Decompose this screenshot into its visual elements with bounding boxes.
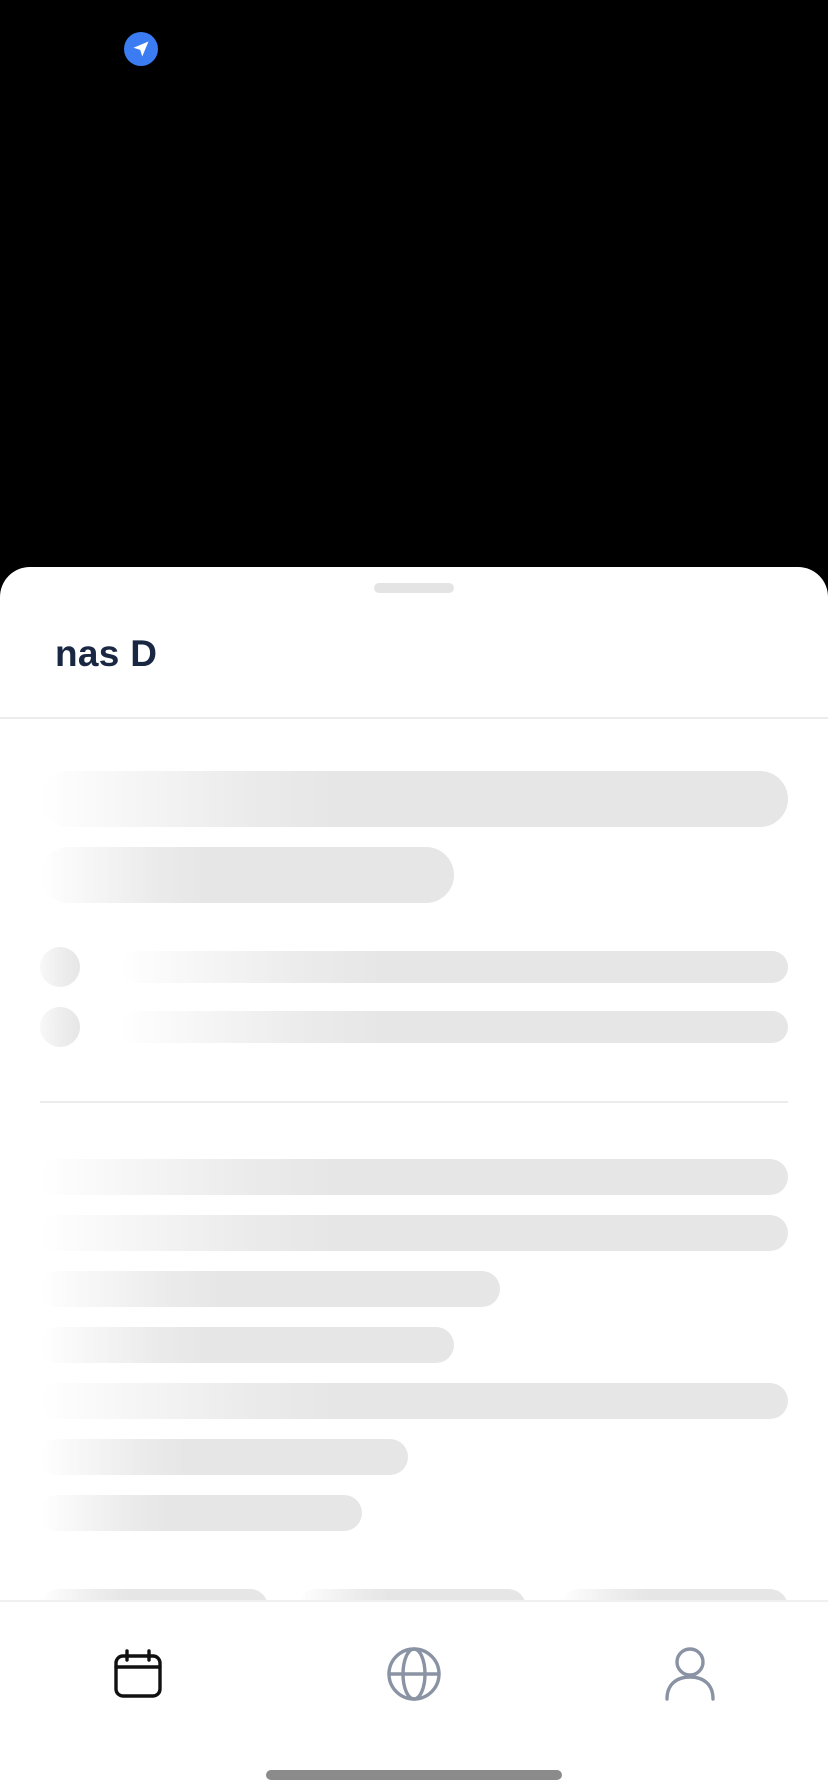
location-arrow-icon: [133, 41, 149, 57]
map-view[interactable]: [0, 0, 828, 568]
current-location-button[interactable]: [124, 32, 158, 66]
header-divider: [0, 717, 828, 719]
skeleton-text-line: [40, 1159, 788, 1195]
skeleton-row-line: [120, 1011, 788, 1043]
skeleton-text-line: [40, 1383, 788, 1419]
home-indicator[interactable]: [266, 1770, 562, 1780]
skeleton-row-dot: [40, 1007, 80, 1047]
skeleton-subheading-line: [40, 847, 454, 903]
profile-icon: [665, 1647, 715, 1701]
skeleton-text-line: [40, 1327, 454, 1363]
skeleton-row-dot: [40, 947, 80, 987]
skeleton-row-line: [120, 951, 788, 983]
sheet-title: nas D: [55, 633, 158, 674]
skeleton-text-line: [40, 1495, 362, 1531]
tab-bar: [0, 1600, 828, 1792]
calendar-icon: [114, 1649, 162, 1698]
app-screen: nas D: [0, 0, 828, 1792]
section-divider: [40, 1101, 788, 1103]
skeleton-heading-line: [40, 771, 788, 827]
tab-explore[interactable]: [354, 1624, 474, 1724]
skeleton-text-line: [40, 1271, 500, 1307]
skeleton-text-line: [40, 1439, 408, 1475]
globe-icon: [387, 1647, 441, 1701]
tab-calendar[interactable]: [78, 1624, 198, 1724]
skeleton-text-line: [40, 1215, 788, 1251]
tab-profile[interactable]: [630, 1624, 750, 1724]
sheet-grabber[interactable]: [374, 583, 454, 593]
